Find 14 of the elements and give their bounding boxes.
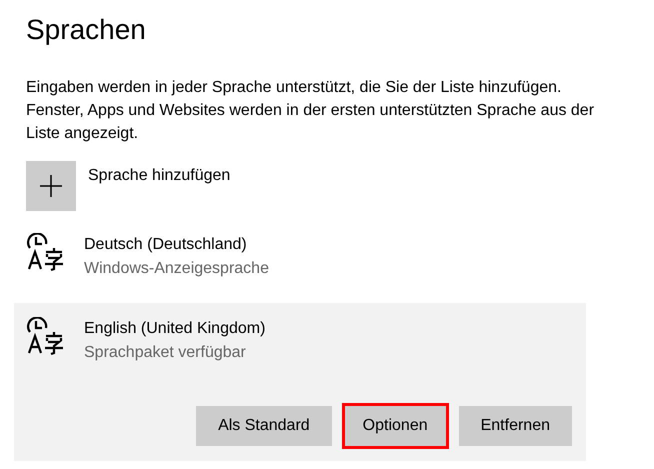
action-button[interactable]: Optionen bbox=[342, 403, 449, 449]
language-item[interactable]: Deutsch (Deutschland) Windows-Anzeigesprache bbox=[14, 225, 586, 289]
language-status: Sprachpaket verfügbar bbox=[84, 343, 247, 363]
language-name: Deutsch (Deutschland) bbox=[84, 235, 248, 255]
page-title: Sprachen bbox=[26, 13, 146, 47]
action-button[interactable]: Entfernen bbox=[458, 406, 572, 446]
add-language-label[interactable]: Sprache hinzufügen bbox=[88, 161, 230, 186]
language-item[interactable]: English (United Kingdom) Sprachpaket verfügbar Als Standard Optionen Entfernen bbox=[14, 303, 586, 461]
action-button[interactable]: Als Standard bbox=[196, 406, 332, 446]
language-name: English (United Kingdom) bbox=[84, 319, 266, 339]
add-language-button[interactable] bbox=[26, 161, 76, 211]
plus-icon bbox=[40, 175, 62, 197]
language-status: Windows-Anzeigesprache bbox=[84, 259, 269, 279]
description-text: Eingaben werden in jeder Sprache unterstützt, die Sie der Liste hinzufügen. Fenster, Apps und Websites werden in der ersten unterstützten Sprache aus der Liste angezeigt. bbox=[26, 78, 596, 144]
